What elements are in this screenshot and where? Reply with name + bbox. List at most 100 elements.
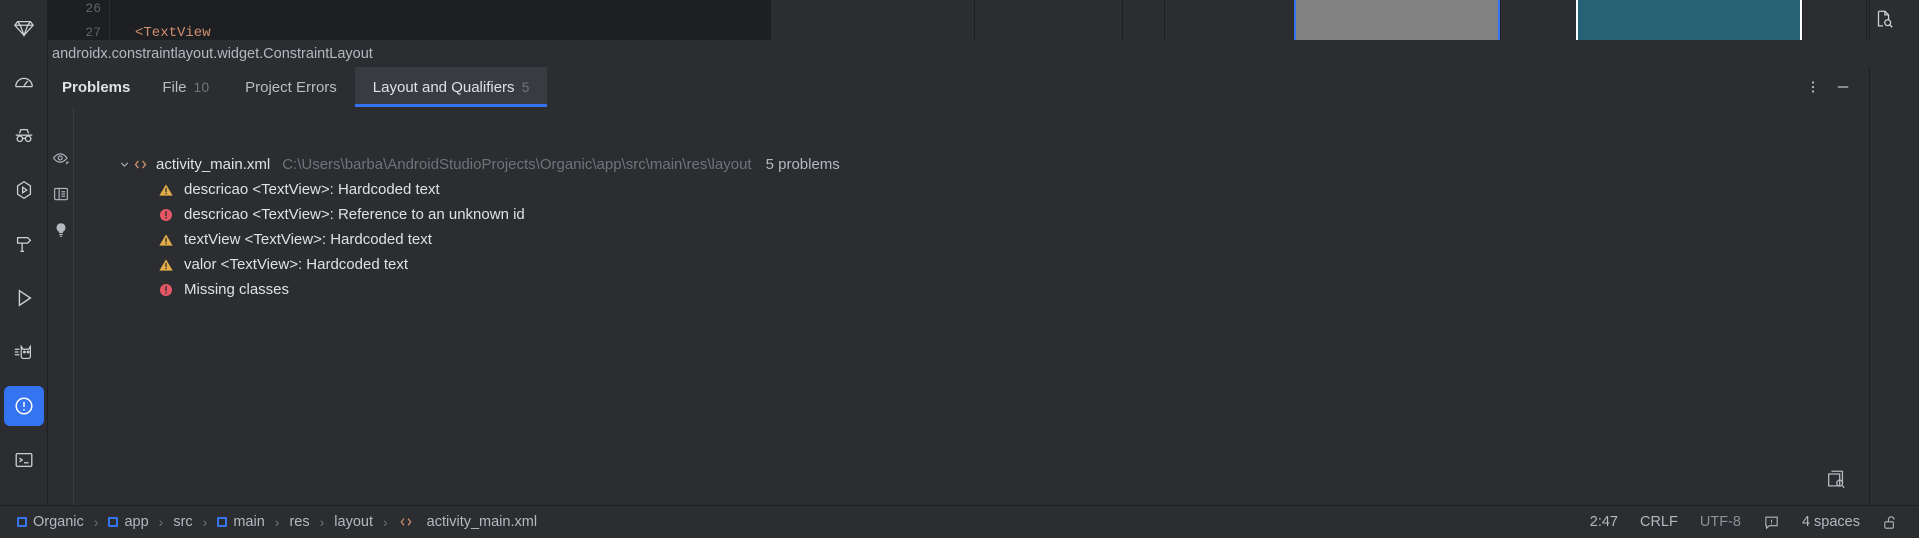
preview-segment — [770, 0, 974, 40]
tab-file-label: File — [162, 78, 187, 96]
breadcrumb-separator: › — [93, 514, 99, 530]
navigation-breadcrumb: Organic › app › src › main › res › layou… — [0, 513, 540, 531]
incognito-icon[interactable] — [4, 116, 44, 156]
component-breadcrumb-bar: androidx.constraintlayout.widget.Constra… — [48, 40, 1870, 67]
problem-text: valor <TextView>: Hardcoded text — [184, 256, 409, 273]
breadcrumb-separator: › — [202, 514, 208, 530]
tree-row-problem[interactable]: descricao <TextView>: Reference to an un… — [74, 202, 1870, 227]
preview-segment — [1164, 0, 1294, 40]
module-icon — [17, 517, 27, 527]
xml-file-icon — [398, 514, 414, 530]
warning-icon — [158, 182, 174, 198]
breadcrumb-label: layout — [334, 514, 373, 530]
group-by-panel-icon[interactable] — [52, 185, 70, 203]
breadcrumb-label: activity_main.xml — [426, 514, 538, 530]
gauge-icon[interactable] — [4, 62, 44, 102]
tree-row-problem[interactable]: textView <TextView>: Hardcoded text — [74, 227, 1870, 252]
layout-preview-search-icon[interactable] — [1825, 468, 1847, 495]
breadcrumb-label: src — [173, 514, 193, 530]
problem-text: textView <TextView>: Hardcoded text — [184, 231, 432, 248]
file-name-label: activity_main.xml — [156, 156, 271, 173]
problems-tool-window: Problems File 10 Project Errors Layout a… — [48, 67, 1919, 505]
file-encoding[interactable]: UTF-8 — [1700, 514, 1741, 530]
file-path-label: C:\Users\barba\AndroidStudioProjects\Org… — [282, 156, 752, 173]
tab-layout-and-qualifiers[interactable]: Layout and Qualifiers 5 — [354, 67, 548, 107]
more-options-icon[interactable] — [1800, 74, 1826, 100]
activity-bar — [0, 0, 48, 520]
breadcrumb-separator: › — [158, 514, 164, 530]
android-studio-window: 26 27 <TextView androidx.constraintlayou… — [0, 0, 1919, 538]
file-problem-count: 5 problems — [765, 156, 840, 173]
breadcrumb-separator: › — [274, 514, 280, 530]
tool-window-actions — [1800, 67, 1870, 107]
breadcrumb-separator: › — [319, 514, 325, 530]
breadcrumb-organic[interactable]: Organic — [14, 513, 87, 531]
status-bar-right: 2:47 CRLF UTF-8 4 spaces — [1590, 514, 1919, 531]
line-number: 27 — [85, 25, 101, 40]
warning-icon — [158, 232, 174, 248]
problems-side-toolbar — [48, 107, 74, 505]
preview-highlighted-component[interactable] — [1576, 0, 1802, 40]
module-icon — [217, 517, 228, 527]
preview-eye-icon[interactable] — [52, 149, 70, 167]
xml-file-icon — [132, 156, 149, 173]
problems-tab-bar: Problems File 10 Project Errors Layout a… — [48, 67, 1870, 107]
error-icon — [158, 207, 174, 223]
line-number: 26 — [85, 1, 101, 16]
file-preview-search-icon[interactable] — [1873, 8, 1895, 35]
tree-row-file[interactable]: activity_main.xml C:\Users\barba\Android… — [74, 152, 1870, 177]
warning-icon — [158, 257, 174, 273]
hammer-icon[interactable] — [4, 224, 44, 264]
caret-position[interactable]: 2:47 — [1590, 514, 1618, 530]
tab-project-errors[interactable]: Project Errors — [227, 67, 355, 107]
tree-row-problem[interactable]: descricao <TextView>: Hardcoded text — [74, 177, 1870, 202]
breadcrumb-main[interactable]: main — [214, 513, 267, 531]
status-bar: Organic › app › src › main › res › layou… — [0, 505, 1919, 538]
problems-tree: activity_main.xml C:\Users\barba\Android… — [74, 107, 1870, 505]
breadcrumb-res[interactable]: res — [286, 513, 312, 531]
problems-panel-title: Problems — [62, 78, 131, 96]
module-icon — [108, 517, 119, 527]
tab-layout-and-qualifiers-label: Layout and Qualifiers — [372, 78, 515, 96]
breadcrumb-app[interactable]: app — [105, 513, 151, 531]
code-editor-area[interactable]: 26 27 <TextView — [48, 0, 770, 41]
gem-icon[interactable] — [4, 8, 44, 48]
editor-gutter: 26 27 — [48, 0, 110, 40]
breadcrumb-separator: › — [382, 514, 388, 530]
quick-fix-bulb-icon[interactable] — [52, 221, 70, 239]
code-line-textview: <TextView — [135, 25, 211, 41]
logcat-cat-icon[interactable] — [4, 332, 44, 372]
preview-segment — [1802, 0, 1866, 40]
tab-file[interactable]: File 10 — [144, 67, 227, 107]
problem-text: descricao <TextView>: Hardcoded text — [184, 181, 440, 198]
tree-row-problem[interactable]: Missing classes — [74, 277, 1870, 302]
editor-strip: 26 27 <TextView — [48, 0, 1919, 41]
problem-text: descricao <TextView>: Reference to an un… — [184, 206, 525, 223]
preview-segment — [1122, 0, 1164, 40]
line-separator[interactable]: CRLF — [1640, 514, 1678, 530]
unlocked-padlock-icon[interactable] — [1882, 514, 1899, 531]
breadcrumb-activity-main-xml[interactable]: activity_main.xml — [395, 513, 540, 531]
breadcrumb-src[interactable]: src — [170, 513, 195, 531]
hex-play-icon[interactable] — [4, 170, 44, 210]
tab-project-errors-label: Project Errors — [245, 78, 337, 96]
tab-file-count: 10 — [193, 79, 210, 95]
preview-selected-component[interactable] — [1294, 0, 1500, 40]
breadcrumb-layout[interactable]: layout — [331, 513, 376, 531]
tree-row-problem[interactable]: valor <TextView>: Hardcoded text — [74, 252, 1870, 277]
problem-text: Missing classes — [184, 281, 290, 298]
tab-bar-spacer — [547, 67, 1800, 107]
play-icon[interactable] — [4, 278, 44, 318]
divider — [1869, 67, 1870, 505]
preview-segment — [974, 0, 1122, 40]
chevron-down-icon[interactable] — [118, 158, 131, 171]
minimize-icon[interactable] — [1830, 74, 1856, 100]
terminal-icon[interactable] — [4, 440, 44, 480]
problems-warning-icon[interactable] — [3, 386, 44, 426]
indent-setting[interactable]: 4 spaces — [1802, 514, 1860, 530]
inspection-status-icon[interactable] — [1763, 514, 1780, 531]
error-icon — [158, 282, 174, 298]
preview-segment — [1500, 0, 1576, 40]
breadcrumb-label: res — [289, 514, 310, 530]
breadcrumb-label: Organic — [33, 514, 84, 530]
